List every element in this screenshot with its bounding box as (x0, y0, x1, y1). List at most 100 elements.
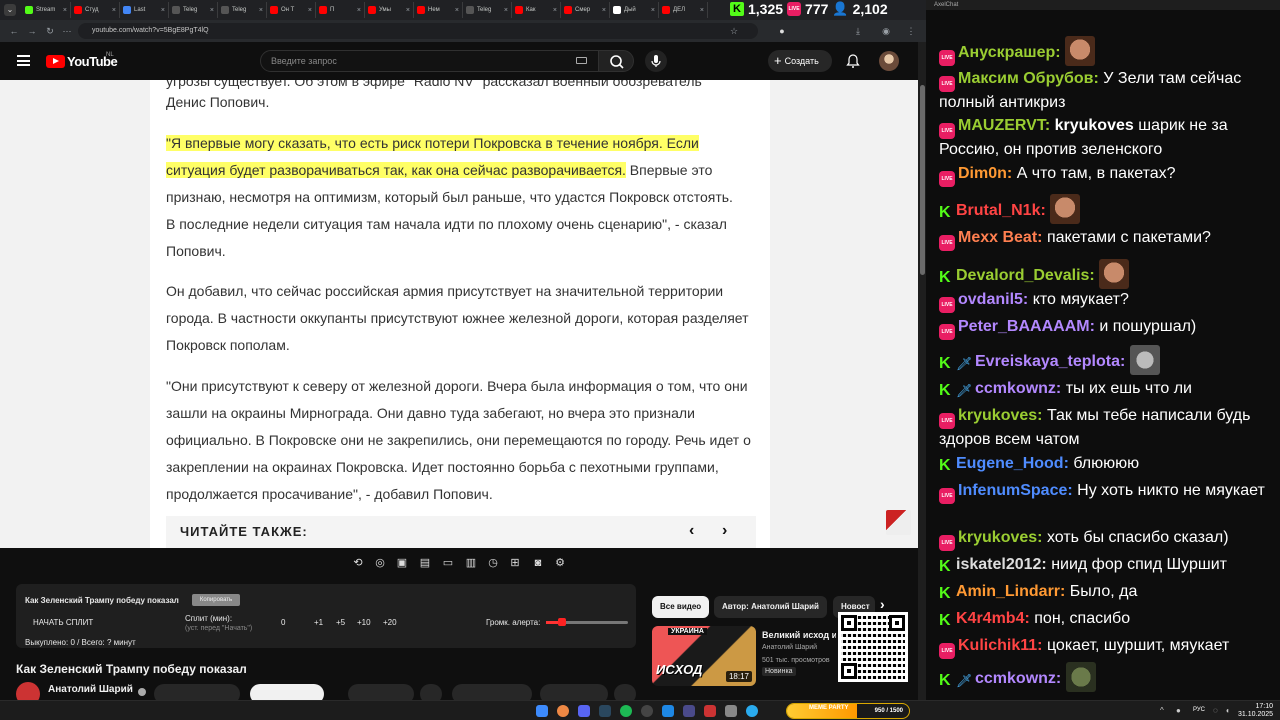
screenshot-icon[interactable]: ◙ (531, 557, 545, 569)
browser-tab[interactable]: Студ × (71, 2, 120, 18)
chat-username[interactable]: MAUZERVT: (958, 117, 1050, 134)
search-button[interactable] (598, 50, 634, 72)
create-button[interactable]: + Создать (768, 50, 832, 72)
site-info-icon[interactable]: ⋯ (61, 25, 73, 37)
tab-close-icon[interactable]: × (112, 7, 116, 14)
tab-close-icon[interactable]: × (259, 7, 263, 14)
tab-close-icon[interactable]: × (651, 7, 655, 14)
chat-username[interactable]: ovdanil5: (958, 291, 1028, 308)
app-icon-3[interactable] (704, 705, 716, 717)
scrollbar-thumb[interactable] (920, 85, 925, 275)
split-amount-20[interactable]: +20 (383, 618, 397, 627)
chat-username[interactable]: Brutal_N1k: (956, 202, 1046, 219)
account-avatar[interactable] (879, 51, 899, 71)
chevron-right-icon[interactable]: › (722, 522, 727, 540)
split-amount-1[interactable]: +1 (314, 618, 323, 627)
tab-close-icon[interactable]: × (161, 7, 165, 14)
language-indicator[interactable]: РУС (1193, 707, 1205, 713)
menu-icon[interactable] (17, 55, 30, 66)
copy-button[interactable]: Копировать (192, 594, 240, 606)
channel-name[interactable]: Анатолий Шарий (48, 684, 133, 695)
chat-username[interactable]: ccmkownz: (975, 670, 1061, 687)
split-amount-10[interactable]: +10 (357, 618, 371, 627)
browser-tab[interactable]: Смер × (561, 2, 610, 18)
voice-search-button[interactable] (645, 50, 667, 72)
recommended-channel[interactable]: Анатолий Шарий (762, 644, 817, 651)
app-icon[interactable] (662, 705, 674, 717)
browser-tab[interactable]: ДЕЛ × (659, 2, 708, 18)
chips-next-icon[interactable]: › (880, 596, 885, 612)
mic-tray-icon[interactable]: ● (1176, 706, 1181, 715)
tab-close-icon[interactable]: × (357, 7, 361, 14)
browser-tab[interactable]: Stream × (22, 2, 71, 18)
alert-volume-thumb[interactable] (558, 618, 567, 626)
chat-username[interactable]: K4r4mb4: (956, 610, 1030, 627)
chat-mention[interactable]: kryukoves (1055, 117, 1134, 134)
speed-icon[interactable]: ◷ (486, 557, 500, 569)
broadcast-icon[interactable]: ◎ (373, 557, 387, 569)
obs-icon[interactable] (641, 705, 653, 717)
start-split-button[interactable]: НАЧАТЬ СПЛИТ (33, 618, 93, 627)
tab-close-icon[interactable]: × (602, 7, 606, 14)
keyboard-icon[interactable] (576, 57, 587, 64)
youtube-logo-icon[interactable] (46, 55, 65, 68)
extension-icon[interactable]: ● (776, 25, 788, 37)
chevron-left-icon[interactable]: ‹ (689, 522, 694, 540)
clapper-icon[interactable]: ▤ (418, 557, 432, 569)
split-amount-5[interactable]: +5 (336, 618, 345, 627)
chat-username[interactable]: ccmkownz: (975, 380, 1061, 397)
recommended-thumbnail[interactable]: УКРАИНА ИСХОД 18:17 (652, 626, 756, 686)
telegram-icon[interactable] (746, 705, 758, 717)
tray-chevron-icon[interactable]: ^ (1160, 706, 1164, 715)
chat-username[interactable]: Peter_BAAAAAM: (958, 318, 1095, 335)
profile-icon[interactable]: ◉ (880, 25, 892, 37)
chat-username[interactable]: Eugene_Hood: (956, 455, 1069, 472)
app-icon-2[interactable] (683, 705, 695, 717)
chat-username[interactable]: Максим Обрубов: (958, 70, 1099, 87)
browser-tab[interactable]: Нем × (414, 2, 463, 18)
chat-username[interactable]: Devalord_Devalis: (956, 267, 1095, 284)
theater-icon[interactable]: ▥ (464, 557, 478, 569)
video-player[interactable]: угрозы существует. Об этом в эфире "Radi… (0, 80, 918, 548)
url-field[interactable]: youtube.com/watch?v=5BgE8PgT4lQ (78, 23, 758, 39)
browser-menu-icon[interactable]: ⋮ (905, 25, 917, 37)
back-icon[interactable]: ← (8, 25, 20, 37)
tab-close-icon[interactable]: × (308, 7, 312, 14)
chip-all-videos[interactable]: Все видео (652, 596, 710, 618)
chat-username[interactable]: Amin_Lindarr: (956, 583, 1065, 600)
notifications-icon[interactable] (846, 54, 860, 71)
chat-username[interactable]: InfenumSpace: (958, 482, 1073, 499)
volume-icon[interactable]: ◖ (1225, 706, 1230, 715)
discord-icon[interactable] (578, 705, 590, 717)
browser-tab[interactable]: П × (316, 2, 365, 18)
chat-username[interactable]: Dim0n: (958, 165, 1012, 182)
tab-close-icon[interactable]: × (63, 7, 67, 14)
chat-username[interactable]: Evreiskaya_teplota: (975, 353, 1125, 370)
download-icon[interactable]: ⤓ (852, 25, 864, 37)
chat-username[interactable]: kryukoves: (958, 407, 1043, 424)
settings-icon[interactable]: ⚙ (553, 557, 567, 569)
spotify-icon[interactable] (620, 705, 632, 717)
add-icon[interactable]: ⊞ (508, 557, 522, 569)
search-input[interactable]: Введите запрос (260, 50, 600, 72)
tab-close-icon[interactable]: × (553, 7, 557, 14)
subtitles-icon[interactable]: ▣ (395, 557, 409, 569)
split-amount-0[interactable]: 0 (281, 618, 285, 627)
browser-tab[interactable]: Last × (120, 2, 169, 18)
loop-icon[interactable]: ⟲ (351, 557, 365, 569)
browser-tab[interactable]: Дый × (610, 2, 659, 18)
chat-username[interactable]: iskatel2012: (956, 556, 1047, 573)
start-icon[interactable] (536, 705, 548, 717)
reload-icon[interactable]: ↻ (44, 25, 56, 37)
chrome-icon[interactable] (557, 705, 569, 717)
tab-close-icon[interactable]: × (406, 7, 410, 14)
network-icon[interactable]: ◌ (1213, 706, 1218, 715)
forward-icon[interactable]: → (26, 25, 38, 37)
tab-search-icon[interactable]: ⌄ (4, 4, 16, 16)
browser-tab[interactable]: Teleg × (218, 2, 267, 18)
browser-tab[interactable]: Teleg × (169, 2, 218, 18)
tab-close-icon[interactable]: × (210, 7, 214, 14)
browser-tab[interactable]: Как × (512, 2, 561, 18)
chat-username[interactable]: Анускрашер: (958, 44, 1061, 61)
browser-tab[interactable]: Teleg × (463, 2, 512, 18)
